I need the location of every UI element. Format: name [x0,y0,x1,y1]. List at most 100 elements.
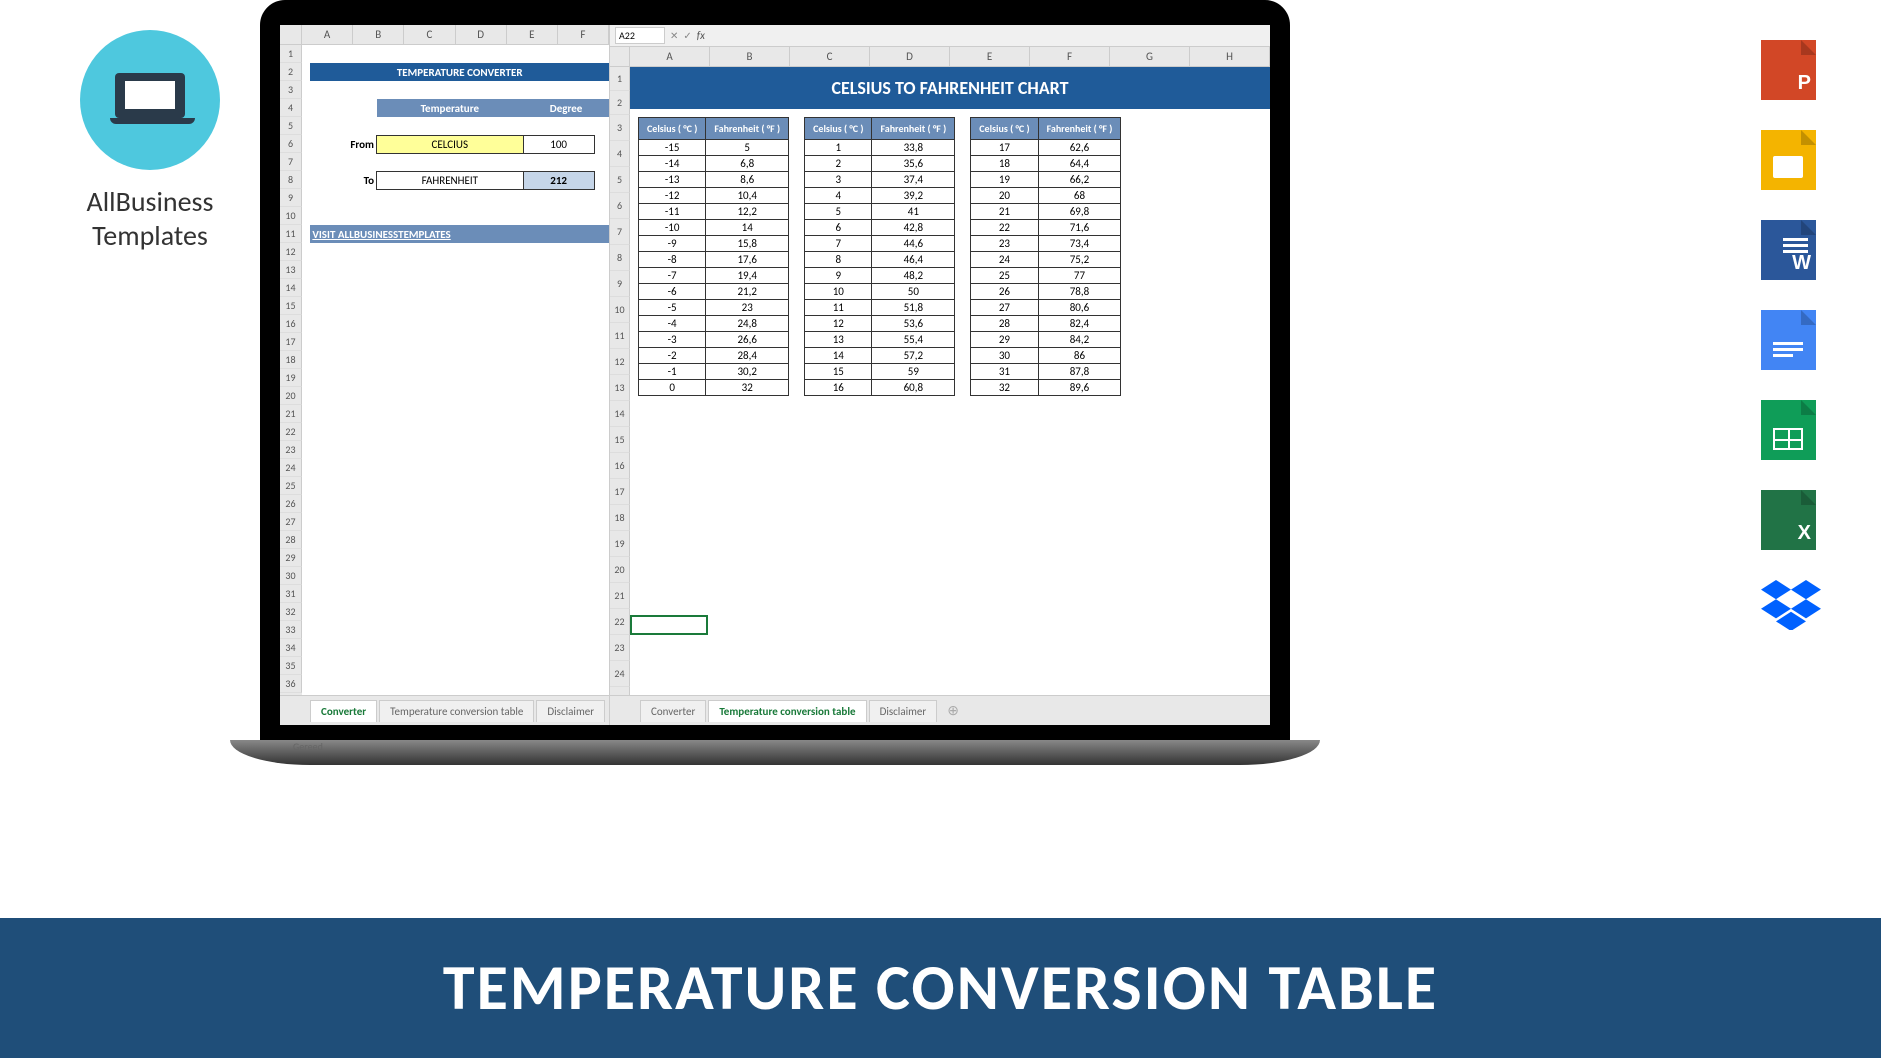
fahrenheit-cell[interactable]: 35,6 [872,156,955,172]
table-row[interactable]: -228,4 [639,348,789,364]
fahrenheit-cell[interactable]: 21,2 [706,284,789,300]
celsius-cell[interactable]: -2 [639,348,706,364]
fahrenheit-cell[interactable]: 82,4 [1038,316,1121,332]
google-docs-icon[interactable] [1761,310,1816,370]
fahrenheit-cell[interactable]: 6,8 [706,156,789,172]
col-header[interactable]: D [456,25,507,44]
col-header[interactable]: B [353,25,404,44]
row-header[interactable]: 16 [280,315,302,333]
celsius-cell[interactable]: -5 [639,300,706,316]
fahrenheit-cell[interactable]: 60,8 [872,380,955,396]
cells-area-right[interactable]: CELSIUS TO FAHRENHEIT CHART Celsius ( °C… [630,67,1270,695]
celsius-cell[interactable]: 11 [805,300,872,316]
row-header[interactable]: 10 [280,207,302,225]
table-row[interactable]: -326,6 [639,332,789,348]
table-row[interactable]: 032 [639,380,789,396]
row-header[interactable]: 15 [610,427,630,453]
table-row[interactable]: -523 [639,300,789,316]
celsius-cell[interactable]: 15 [805,364,872,380]
col-header[interactable]: A [630,47,710,66]
row-header[interactable]: 13 [280,261,302,279]
fahrenheit-cell[interactable]: 42,8 [872,220,955,236]
celsius-cell[interactable]: 13 [805,332,872,348]
fx-label[interactable]: fx [697,29,705,42]
row-header[interactable]: 22 [610,609,630,635]
table-row[interactable]: 1864,4 [971,156,1121,172]
table-row[interactable]: 439,2 [805,188,955,204]
formula-enter-icon[interactable]: ✓ [683,29,691,42]
row-header[interactable]: 8 [280,171,302,189]
table-row[interactable]: 133,8 [805,140,955,156]
dropbox-icon[interactable] [1761,580,1821,630]
table-row[interactable]: 1151,8 [805,300,955,316]
celsius-cell[interactable]: 25 [971,268,1038,284]
table-row[interactable]: 3187,8 [971,364,1121,380]
row-header[interactable]: 31 [280,585,302,603]
row-header[interactable]: 5 [610,167,630,193]
col-header[interactable]: E [507,25,558,44]
table-row[interactable]: 846,4 [805,252,955,268]
table-row[interactable]: 3289,6 [971,380,1121,396]
fahrenheit-cell[interactable]: 8,6 [706,172,789,188]
table-row[interactable]: -719,4 [639,268,789,284]
row-header[interactable]: 18 [280,351,302,369]
fahrenheit-cell[interactable]: 57,2 [872,348,955,364]
table-row[interactable]: 3086 [971,348,1121,364]
row-header[interactable]: 23 [610,635,630,661]
fahrenheit-cell[interactable]: 64,4 [1038,156,1121,172]
celsius-cell[interactable]: 17 [971,140,1038,156]
celsius-cell[interactable]: 31 [971,364,1038,380]
tab-converter[interactable]: Converter [310,700,377,722]
celsius-cell[interactable]: 5 [805,204,872,220]
celsius-cell[interactable]: 1 [805,140,872,156]
fahrenheit-cell[interactable]: 44,6 [872,236,955,252]
fahrenheit-cell[interactable]: 41 [872,204,955,220]
row-header[interactable]: 10 [610,297,630,323]
row-header[interactable]: 22 [280,423,302,441]
fahrenheit-cell[interactable]: 62,6 [1038,140,1121,156]
table-row[interactable]: -1014 [639,220,789,236]
table-row[interactable]: 2577 [971,268,1121,284]
table-row[interactable]: -155 [639,140,789,156]
row-header[interactable]: 18 [610,505,630,531]
row-header[interactable]: 7 [280,153,302,171]
table-row[interactable]: 2984,2 [971,332,1121,348]
fahrenheit-cell[interactable]: 73,4 [1038,236,1121,252]
table-row[interactable]: 1966,2 [971,172,1121,188]
fahrenheit-cell[interactable]: 5 [706,140,789,156]
row-header[interactable]: 32 [280,603,302,621]
table-row[interactable]: 235,6 [805,156,955,172]
fahrenheit-cell[interactable]: 12,2 [706,204,789,220]
row-header[interactable]: 25 [280,477,302,495]
col-header[interactable]: B [710,47,790,66]
table-row[interactable]: -130,2 [639,364,789,380]
name-box[interactable]: A22 [615,27,665,44]
row-header[interactable]: 35 [280,657,302,675]
celsius-cell[interactable]: 27 [971,300,1038,316]
row-header[interactable]: 12 [280,243,302,261]
row-header[interactable]: 23 [280,441,302,459]
tab-disclaimer-r[interactable]: Disclaimer [869,700,938,722]
celsius-cell[interactable]: 14 [805,348,872,364]
row-header[interactable]: 25 [610,687,630,695]
fahrenheit-cell[interactable]: 24,8 [706,316,789,332]
table-row[interactable]: -817,6 [639,252,789,268]
row-header[interactable]: 14 [280,279,302,297]
table-row[interactable]: 2271,6 [971,220,1121,236]
table-row[interactable]: 744,6 [805,236,955,252]
row-header[interactable]: 6 [610,193,630,219]
tab-conversion-table[interactable]: Temperature conversion table [379,700,534,722]
celsius-cell[interactable]: 29 [971,332,1038,348]
row-header[interactable]: 33 [280,621,302,639]
celsius-cell[interactable]: 32 [971,380,1038,396]
row-header[interactable]: 11 [280,225,302,243]
row-header[interactable]: 19 [610,531,630,557]
celsius-cell[interactable]: 10 [805,284,872,300]
row-header[interactable]: 21 [280,405,302,423]
celsius-cell[interactable]: 4 [805,188,872,204]
fahrenheit-cell[interactable]: 23 [706,300,789,316]
fahrenheit-cell[interactable]: 80,6 [1038,300,1121,316]
row-header[interactable]: 26 [280,495,302,513]
table-row[interactable]: -424,8 [639,316,789,332]
celsius-cell[interactable]: -7 [639,268,706,284]
